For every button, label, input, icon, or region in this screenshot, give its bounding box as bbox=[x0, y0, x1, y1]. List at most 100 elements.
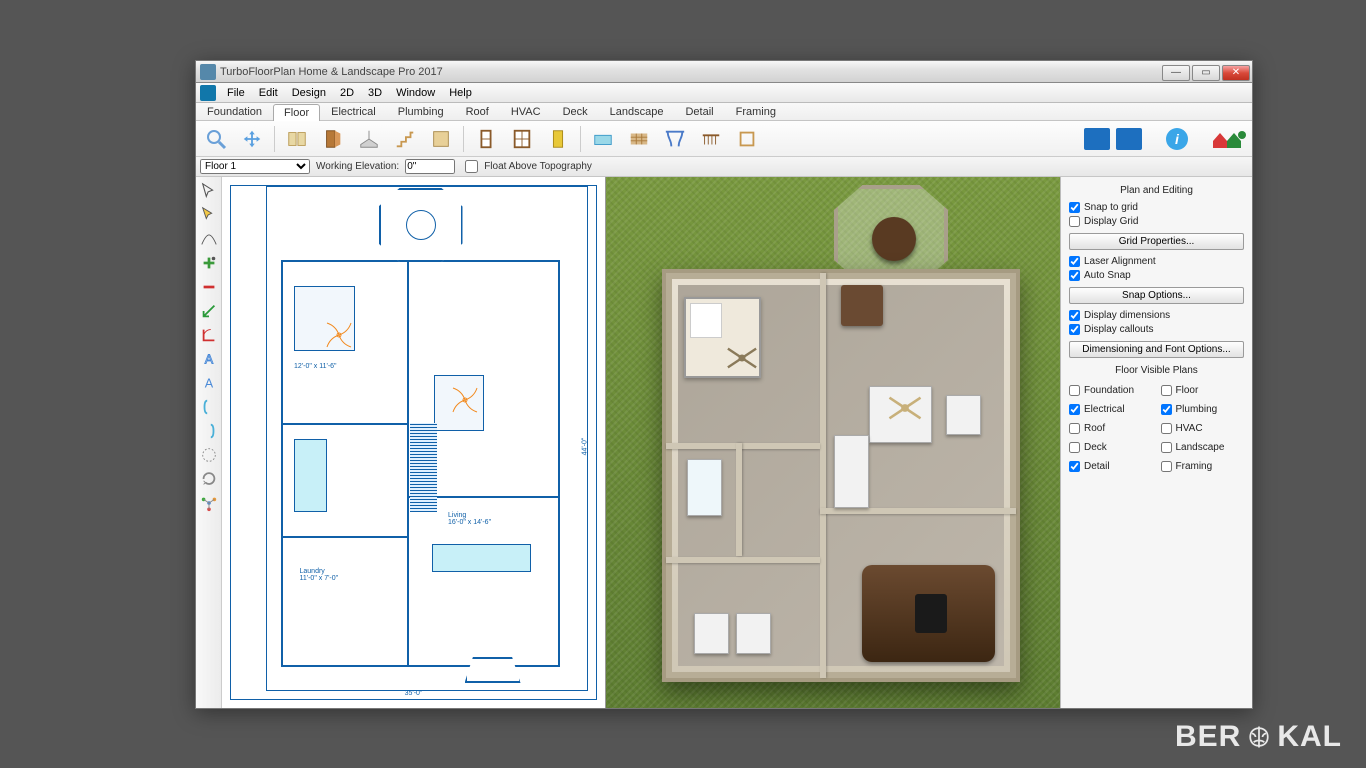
add-point-icon[interactable] bbox=[199, 253, 219, 273]
left-toolbar: A A bbox=[196, 177, 222, 708]
house-style-icon[interactable] bbox=[1212, 129, 1246, 149]
curtain-icon[interactable] bbox=[661, 125, 689, 153]
tab-foundation[interactable]: Foundation bbox=[196, 103, 273, 120]
menu-window[interactable]: Window bbox=[389, 87, 442, 99]
angle-icon[interactable] bbox=[199, 325, 219, 345]
wall-left-h1 bbox=[666, 443, 820, 449]
fv-electrical-checkbox[interactable] bbox=[1069, 404, 1080, 415]
book-tool-icon[interactable] bbox=[283, 125, 311, 153]
plan-3d-viewport[interactable] bbox=[606, 177, 1060, 708]
fv-hvac-label: HVAC bbox=[1176, 423, 1203, 434]
titlebar: TurboFloorPlan Home & Landscape Pro 2017… bbox=[196, 61, 1252, 83]
wall-box-icon[interactable] bbox=[355, 125, 383, 153]
maximize-button[interactable]: ▭ bbox=[1192, 65, 1220, 81]
text-a-fill-icon[interactable]: A bbox=[199, 373, 219, 393]
laser-alignment-checkbox[interactable] bbox=[1069, 256, 1080, 267]
wall-center-v bbox=[820, 273, 826, 678]
tab-floor[interactable]: Floor bbox=[273, 104, 320, 121]
svg-text:A: A bbox=[204, 353, 213, 367]
tile-icon[interactable] bbox=[625, 125, 653, 153]
floor-visible-title: Floor Visible Plans bbox=[1069, 365, 1244, 376]
railing-icon[interactable] bbox=[697, 125, 725, 153]
fv-roof-checkbox[interactable] bbox=[1069, 423, 1080, 434]
fv-landscape-checkbox[interactable] bbox=[1161, 442, 1172, 453]
floor-visible-grid: Foundation Floor Electrical Plumbing Roo… bbox=[1069, 382, 1244, 475]
plan-2d-viewport[interactable]: 12'-0" x 11'-6" Living 16'-0" x 14'-6" L… bbox=[222, 177, 606, 708]
display-dimensions-checkbox[interactable] bbox=[1069, 310, 1080, 321]
fv-landscape-label: Landscape bbox=[1176, 442, 1225, 453]
curve-line-icon[interactable] bbox=[199, 229, 219, 249]
fv-deck-checkbox[interactable] bbox=[1069, 442, 1080, 453]
snap-options-button[interactable]: Snap Options... bbox=[1069, 287, 1244, 304]
fv-framing-checkbox[interactable] bbox=[1161, 461, 1172, 472]
menu-2d[interactable]: 2D bbox=[333, 87, 361, 99]
main-area: A A bbox=[196, 177, 1252, 708]
fv-detail-checkbox[interactable] bbox=[1069, 461, 1080, 472]
fv-hvac-checkbox[interactable] bbox=[1161, 423, 1172, 434]
tab-deck[interactable]: Deck bbox=[552, 103, 599, 120]
window-double-icon[interactable] bbox=[508, 125, 536, 153]
dim-font-options-button[interactable]: Dimensioning and Font Options... bbox=[1069, 341, 1244, 358]
cabinet-icon[interactable] bbox=[427, 125, 455, 153]
carpet-icon[interactable] bbox=[589, 125, 617, 153]
dim-bedroom: 12'-0" x 11'-6" bbox=[294, 363, 337, 370]
ceiling-fan-3d-1 bbox=[722, 338, 762, 378]
molecule-icon[interactable] bbox=[199, 493, 219, 513]
arrow-diag-icon[interactable] bbox=[199, 301, 219, 321]
working-elevation-input[interactable] bbox=[405, 159, 455, 174]
dim-overall-h: 44'-0" bbox=[582, 437, 589, 455]
bracket-left-icon[interactable] bbox=[199, 397, 219, 417]
cabinet-3d bbox=[841, 285, 883, 326]
fv-plumbing-checkbox[interactable] bbox=[1161, 404, 1172, 415]
zoom-tool-icon[interactable] bbox=[202, 125, 230, 153]
stairs-3d bbox=[834, 435, 869, 508]
remove-point-icon[interactable] bbox=[199, 277, 219, 297]
display-grid-checkbox[interactable] bbox=[1069, 216, 1080, 227]
display-callouts-checkbox[interactable] bbox=[1069, 324, 1080, 335]
tab-framing[interactable]: Framing bbox=[725, 103, 787, 120]
grid-properties-button[interactable]: Grid Properties... bbox=[1069, 233, 1244, 250]
menu-edit[interactable]: Edit bbox=[252, 87, 285, 99]
fv-floor-label: Floor bbox=[1176, 385, 1199, 396]
bracket-right-icon[interactable] bbox=[199, 421, 219, 441]
window-single-icon[interactable] bbox=[472, 125, 500, 153]
snap-to-grid-checkbox[interactable] bbox=[1069, 202, 1080, 213]
dotted-circle-icon[interactable] bbox=[199, 445, 219, 465]
pointer-select-icon[interactable] bbox=[199, 205, 219, 225]
stairs-icon[interactable] bbox=[391, 125, 419, 153]
pan-tool-icon[interactable] bbox=[238, 125, 266, 153]
menu-help[interactable]: Help bbox=[442, 87, 479, 99]
floor-select[interactable]: Floor 1 bbox=[200, 159, 310, 174]
pointer-icon[interactable] bbox=[199, 181, 219, 201]
door-yellow-icon[interactable] bbox=[544, 125, 572, 153]
door-tool-icon[interactable] bbox=[319, 125, 347, 153]
cycle-icon[interactable] bbox=[199, 469, 219, 489]
tab-detail[interactable]: Detail bbox=[674, 103, 724, 120]
kitchen-island-3d bbox=[862, 565, 995, 662]
tab-plumbing[interactable]: Plumbing bbox=[387, 103, 455, 120]
frame-icon[interactable] bbox=[733, 125, 761, 153]
fv-foundation-checkbox[interactable] bbox=[1069, 385, 1080, 396]
tab-roof[interactable]: Roof bbox=[455, 103, 500, 120]
menu-design[interactable]: Design bbox=[285, 87, 333, 99]
float-topography-checkbox[interactable] bbox=[465, 159, 478, 174]
view-3d-icon[interactable] bbox=[1116, 128, 1142, 150]
plan-interior: 12'-0" x 11'-6" Living 16'-0" x 14'-6" L… bbox=[281, 260, 560, 667]
info-icon[interactable]: i bbox=[1166, 128, 1188, 150]
menu-file[interactable]: File bbox=[220, 87, 252, 99]
tab-hvac[interactable]: HVAC bbox=[500, 103, 552, 120]
laser-alignment-label: Laser Alignment bbox=[1084, 256, 1156, 267]
dim-living: Living 16'-0" x 14'-6" bbox=[448, 512, 491, 526]
close-button[interactable]: ✕ bbox=[1222, 65, 1250, 81]
fv-framing-label: Framing bbox=[1176, 461, 1213, 472]
text-a-icon[interactable]: A bbox=[199, 349, 219, 369]
view-2d-icon[interactable] bbox=[1084, 128, 1110, 150]
bay-window-2d bbox=[465, 657, 521, 683]
panel-title: Plan and Editing bbox=[1069, 185, 1244, 196]
minimize-button[interactable]: — bbox=[1162, 65, 1190, 81]
tab-electrical[interactable]: Electrical bbox=[320, 103, 387, 120]
tab-landscape[interactable]: Landscape bbox=[599, 103, 675, 120]
fv-floor-checkbox[interactable] bbox=[1161, 385, 1172, 396]
auto-snap-checkbox[interactable] bbox=[1069, 270, 1080, 281]
menu-3d[interactable]: 3D bbox=[361, 87, 389, 99]
